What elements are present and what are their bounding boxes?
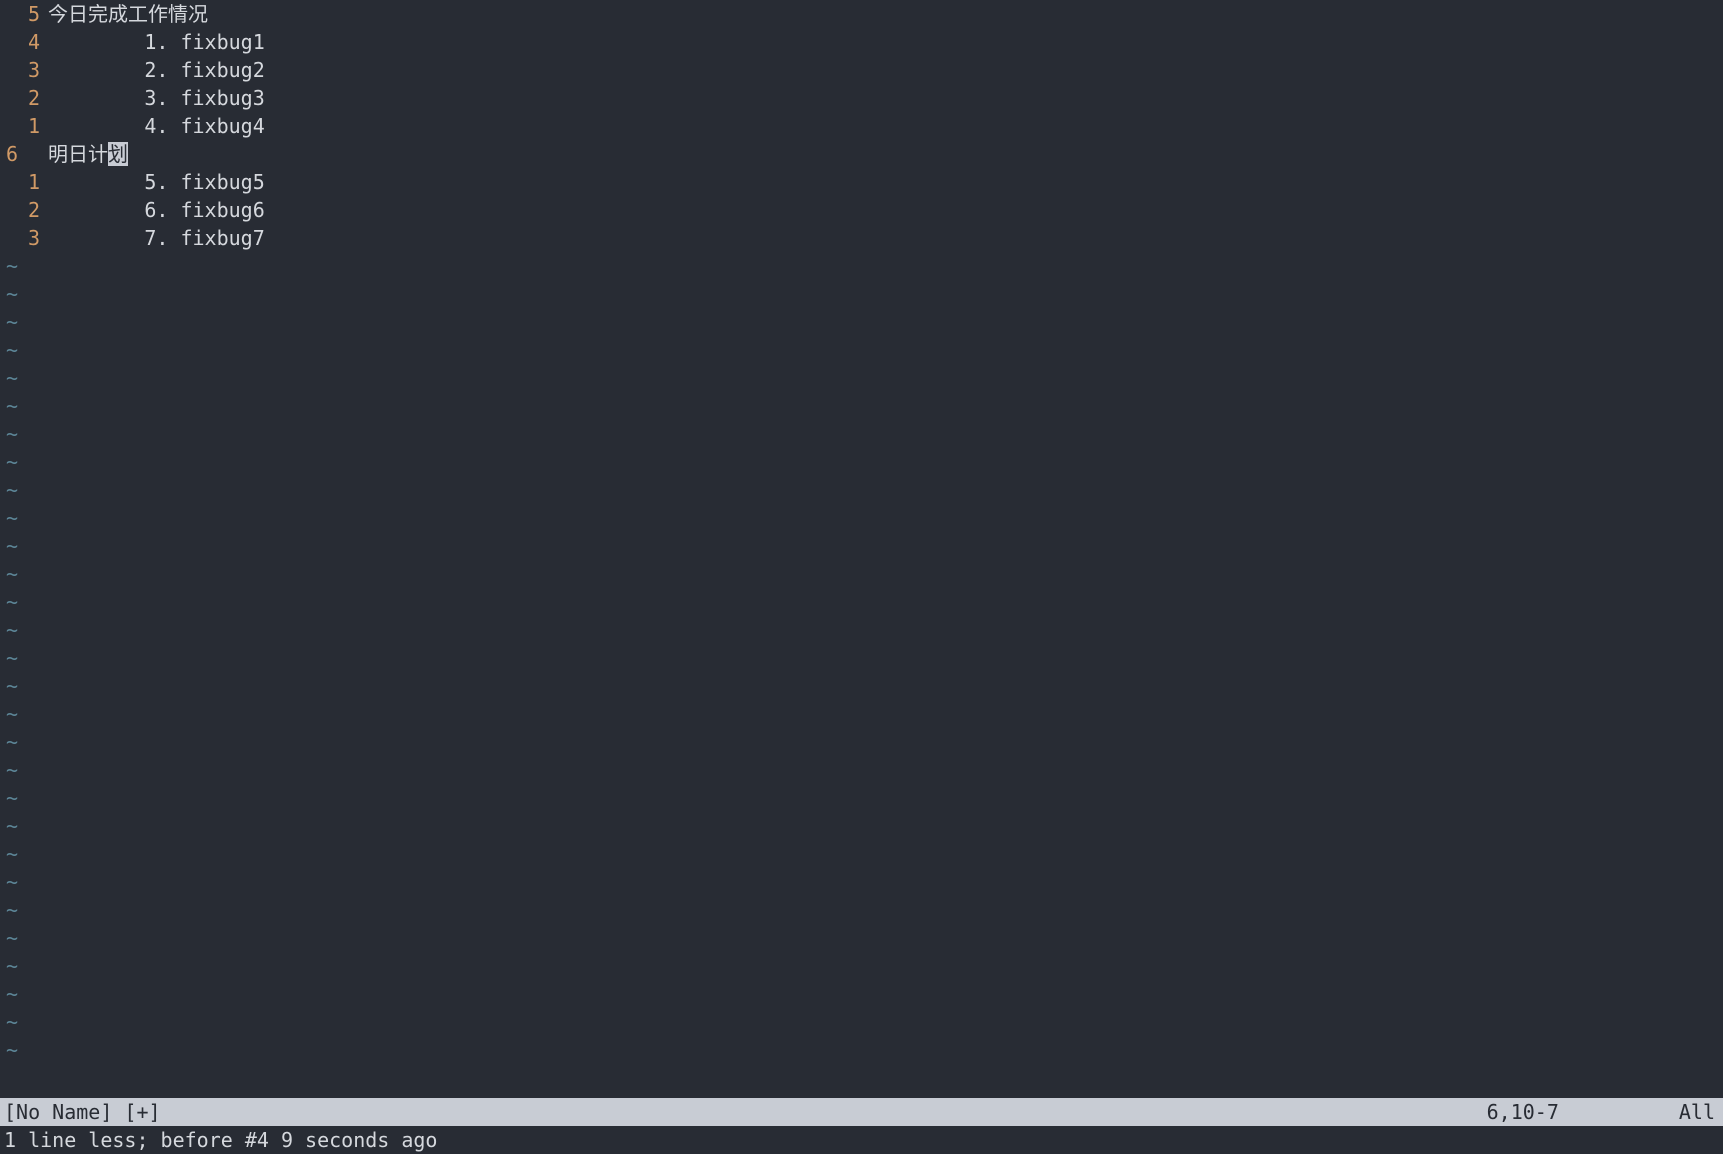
editor-area[interactable]: 5今日完成工作情况4 1. fixbug13 2. fixbug22 3. fi…: [0, 0, 1723, 1098]
line-number: 3: [0, 224, 48, 252]
line-content: 1. fixbug1: [48, 28, 1723, 56]
line-number: 1: [0, 112, 48, 140]
empty-line: ~: [0, 812, 1723, 840]
tilde-icon: ~: [0, 616, 18, 644]
line-content: 5. fixbug5: [48, 168, 1723, 196]
empty-line: ~: [0, 336, 1723, 364]
tilde-icon: ~: [0, 812, 18, 840]
tilde-icon: ~: [0, 1036, 18, 1064]
empty-line: ~: [0, 476, 1723, 504]
empty-line: ~: [0, 700, 1723, 728]
line-content: 明日计划: [48, 140, 1723, 168]
empty-line: ~: [0, 924, 1723, 952]
editor-line[interactable]: 2 6. fixbug6: [0, 196, 1723, 224]
status-bar: [No Name] [+] 6,10-7 All: [0, 1098, 1723, 1126]
empty-line: ~: [0, 644, 1723, 672]
empty-line: ~: [0, 616, 1723, 644]
line-number: 2: [0, 196, 48, 224]
empty-line: ~: [0, 1036, 1723, 1064]
line-content: 今日完成工作情况: [48, 0, 1723, 28]
tilde-icon: ~: [0, 896, 18, 924]
tilde-icon: ~: [0, 1008, 18, 1036]
empty-line: ~: [0, 504, 1723, 532]
status-ruler: 6,10-7: [1487, 1098, 1679, 1126]
empty-line: ~: [0, 364, 1723, 392]
editor-line[interactable]: 5今日完成工作情况: [0, 0, 1723, 28]
empty-line: ~: [0, 308, 1723, 336]
tilde-icon: ~: [0, 952, 18, 980]
message-bar: 1 line less; before #4 9 seconds ago: [0, 1126, 1723, 1154]
editor-line[interactable]: 1 5. fixbug5: [0, 168, 1723, 196]
message-text: 1 line less; before #4 9 seconds ago: [4, 1126, 437, 1154]
editor-line[interactable]: 1 4. fixbug4: [0, 112, 1723, 140]
tilde-icon: ~: [0, 532, 18, 560]
tilde-icon: ~: [0, 308, 18, 336]
cursor: 划: [108, 142, 128, 166]
line-number: 4: [0, 28, 48, 56]
tilde-icon: ~: [0, 560, 18, 588]
line-content: 4. fixbug4: [48, 112, 1723, 140]
status-filename: [No Name] [+]: [4, 1098, 1487, 1126]
line-number: 3: [0, 56, 48, 84]
tilde-icon: ~: [0, 728, 18, 756]
tilde-icon: ~: [0, 476, 18, 504]
tilde-icon: ~: [0, 840, 18, 868]
tilde-icon: ~: [0, 420, 18, 448]
empty-line: ~: [0, 672, 1723, 700]
line-content: 2. fixbug2: [48, 56, 1723, 84]
text-before-cursor: 明日计: [48, 142, 108, 166]
tilde-icon: ~: [0, 252, 18, 280]
empty-line: ~: [0, 756, 1723, 784]
tilde-icon: ~: [0, 336, 18, 364]
tilde-icon: ~: [0, 644, 18, 672]
tilde-icon: ~: [0, 784, 18, 812]
empty-line: ~: [0, 952, 1723, 980]
editor-line[interactable]: 4 1. fixbug1: [0, 28, 1723, 56]
line-number: 2: [0, 84, 48, 112]
editor-line[interactable]: 3 7. fixbug7: [0, 224, 1723, 252]
empty-line: ~: [0, 728, 1723, 756]
line-number: 6: [0, 140, 48, 168]
empty-line: ~: [0, 280, 1723, 308]
tilde-icon: ~: [0, 392, 18, 420]
line-content: 6. fixbug6: [48, 196, 1723, 224]
empty-line: ~: [0, 840, 1723, 868]
empty-line: ~: [0, 392, 1723, 420]
tilde-icon: ~: [0, 924, 18, 952]
tilde-icon: ~: [0, 868, 18, 896]
line-number: 5: [0, 0, 48, 28]
empty-line: ~: [0, 252, 1723, 280]
tilde-icon: ~: [0, 756, 18, 784]
tilde-icon: ~: [0, 280, 18, 308]
tilde-icon: ~: [0, 448, 18, 476]
tilde-icon: ~: [0, 672, 18, 700]
empty-line: ~: [0, 532, 1723, 560]
tilde-icon: ~: [0, 504, 18, 532]
empty-line: ~: [0, 980, 1723, 1008]
lines-container: 5今日完成工作情况4 1. fixbug13 2. fixbug22 3. fi…: [0, 0, 1723, 252]
empty-line: ~: [0, 896, 1723, 924]
empty-line: ~: [0, 1008, 1723, 1036]
tilde-icon: ~: [0, 980, 18, 1008]
editor-line[interactable]: 6 明日计划: [0, 140, 1723, 168]
empty-line: ~: [0, 868, 1723, 896]
line-content: 3. fixbug3: [48, 84, 1723, 112]
tilde-icon: ~: [0, 700, 18, 728]
empty-line: ~: [0, 784, 1723, 812]
line-number: 1: [0, 168, 48, 196]
empty-line: ~: [0, 420, 1723, 448]
empty-line: ~: [0, 448, 1723, 476]
tildes-container: ~~~~~~~~~~~~~~~~~~~~~~~~~~~~~: [0, 252, 1723, 1064]
empty-line: ~: [0, 560, 1723, 588]
tilde-icon: ~: [0, 364, 18, 392]
editor-line[interactable]: 3 2. fixbug2: [0, 56, 1723, 84]
empty-line: ~: [0, 588, 1723, 616]
line-content: 7. fixbug7: [48, 224, 1723, 252]
status-position: All: [1679, 1098, 1719, 1126]
tilde-icon: ~: [0, 588, 18, 616]
editor-line[interactable]: 2 3. fixbug3: [0, 84, 1723, 112]
